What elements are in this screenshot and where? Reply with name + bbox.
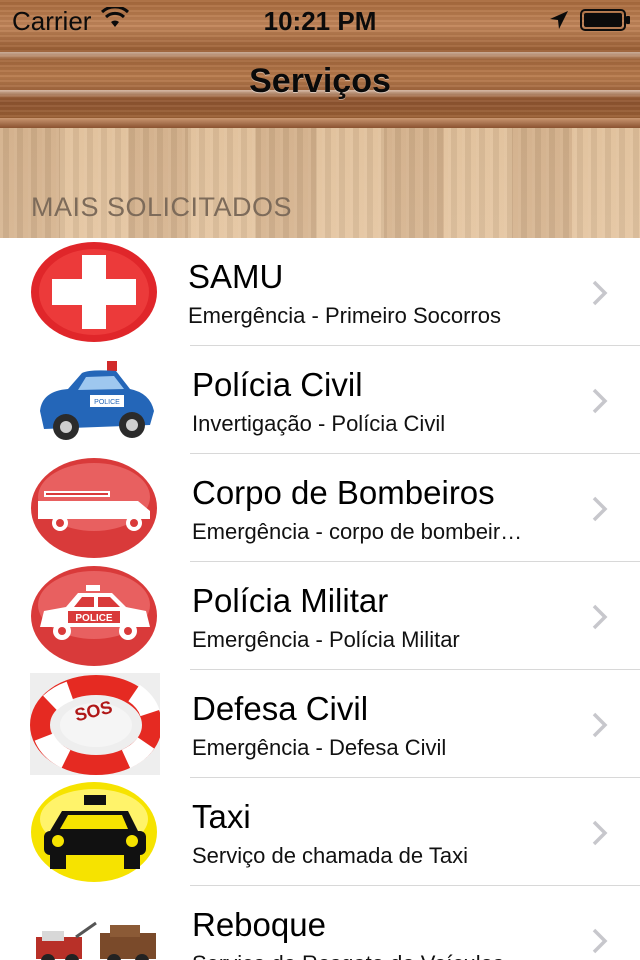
chevron-right-icon	[592, 712, 608, 738]
chevron-right-icon	[592, 496, 608, 522]
list-item-taxi[interactable]: Taxi Serviço de chamada de Taxi	[0, 778, 640, 886]
service-title: Defesa Civil	[192, 690, 369, 727]
navbar-edge	[0, 118, 640, 128]
list-item-policia-civil[interactable]: POLICE Polícia Civil Invertigação - Polí…	[0, 346, 640, 454]
svg-text:POLICE: POLICE	[94, 399, 120, 406]
chevron-right-icon	[592, 280, 608, 306]
chevron-right-icon	[592, 604, 608, 630]
location-icon	[550, 11, 568, 29]
list-item-samu[interactable]: SAMU Emergência - Primeiro Socorros	[0, 238, 640, 346]
police-car-icon: POLICE	[31, 566, 157, 666]
list-item-reboque[interactable]: Reboque Serviço de Resgate de Veículos	[0, 886, 640, 960]
list-item-defesa-civil[interactable]: SOS Defesa Civil Emergência - Defesa Civ…	[0, 670, 640, 778]
service-title: Taxi	[192, 798, 251, 835]
list-item-policia-militar[interactable]: POLICE Polícia Militar Emergência - Polí…	[0, 562, 640, 670]
tow-truck-icon	[36, 921, 156, 960]
clock: 10:21 PM	[263, 6, 377, 36]
service-subtitle: Emergência - corpo de bombeir…	[192, 519, 523, 544]
chevron-right-icon	[592, 928, 608, 954]
service-subtitle: Emergência - Defesa Civil	[192, 735, 447, 760]
service-title: Reboque	[192, 906, 326, 943]
service-subtitle: Invertigação - Polícia Civil	[192, 411, 446, 436]
fire-truck-icon	[31, 458, 157, 558]
service-subtitle: Serviço de chamada de Taxi	[192, 843, 468, 868]
chevron-right-icon	[592, 820, 608, 846]
services-list: SAMU Emergência - Primeiro Socorros POLI…	[0, 238, 640, 960]
list-item-corpo-de-bombeiros[interactable]: Corpo de Bombeiros Emergência - corpo de…	[0, 454, 640, 562]
service-subtitle: Serviço de Resgate de Veículos	[192, 951, 572, 960]
service-subtitle: Emergência - Polícia Militar	[192, 627, 460, 652]
battery-icon	[580, 9, 630, 31]
page-title: Serviços	[249, 62, 391, 100]
chevron-right-icon	[592, 388, 608, 414]
service-title: Polícia Militar	[192, 582, 389, 619]
status-bar: Carrier 10:21 PM	[0, 0, 640, 40]
red-cross-icon	[31, 242, 157, 342]
police-car-toy-icon: POLICE	[40, 361, 154, 440]
service-title: SAMU	[188, 258, 284, 295]
service-title: Corpo de Bombeiros	[192, 474, 495, 511]
service-subtitle: Emergência - Primeiro Socorros	[188, 303, 501, 328]
service-title: Polícia Civil	[192, 366, 363, 403]
sos-lifebuoy-icon: SOS	[30, 673, 160, 775]
svg-text:POLICE: POLICE	[75, 613, 113, 624]
wood-highlight	[0, 52, 640, 60]
taxi-icon	[31, 782, 157, 882]
section-header: MAIS SOLICITADOS	[31, 192, 293, 222]
